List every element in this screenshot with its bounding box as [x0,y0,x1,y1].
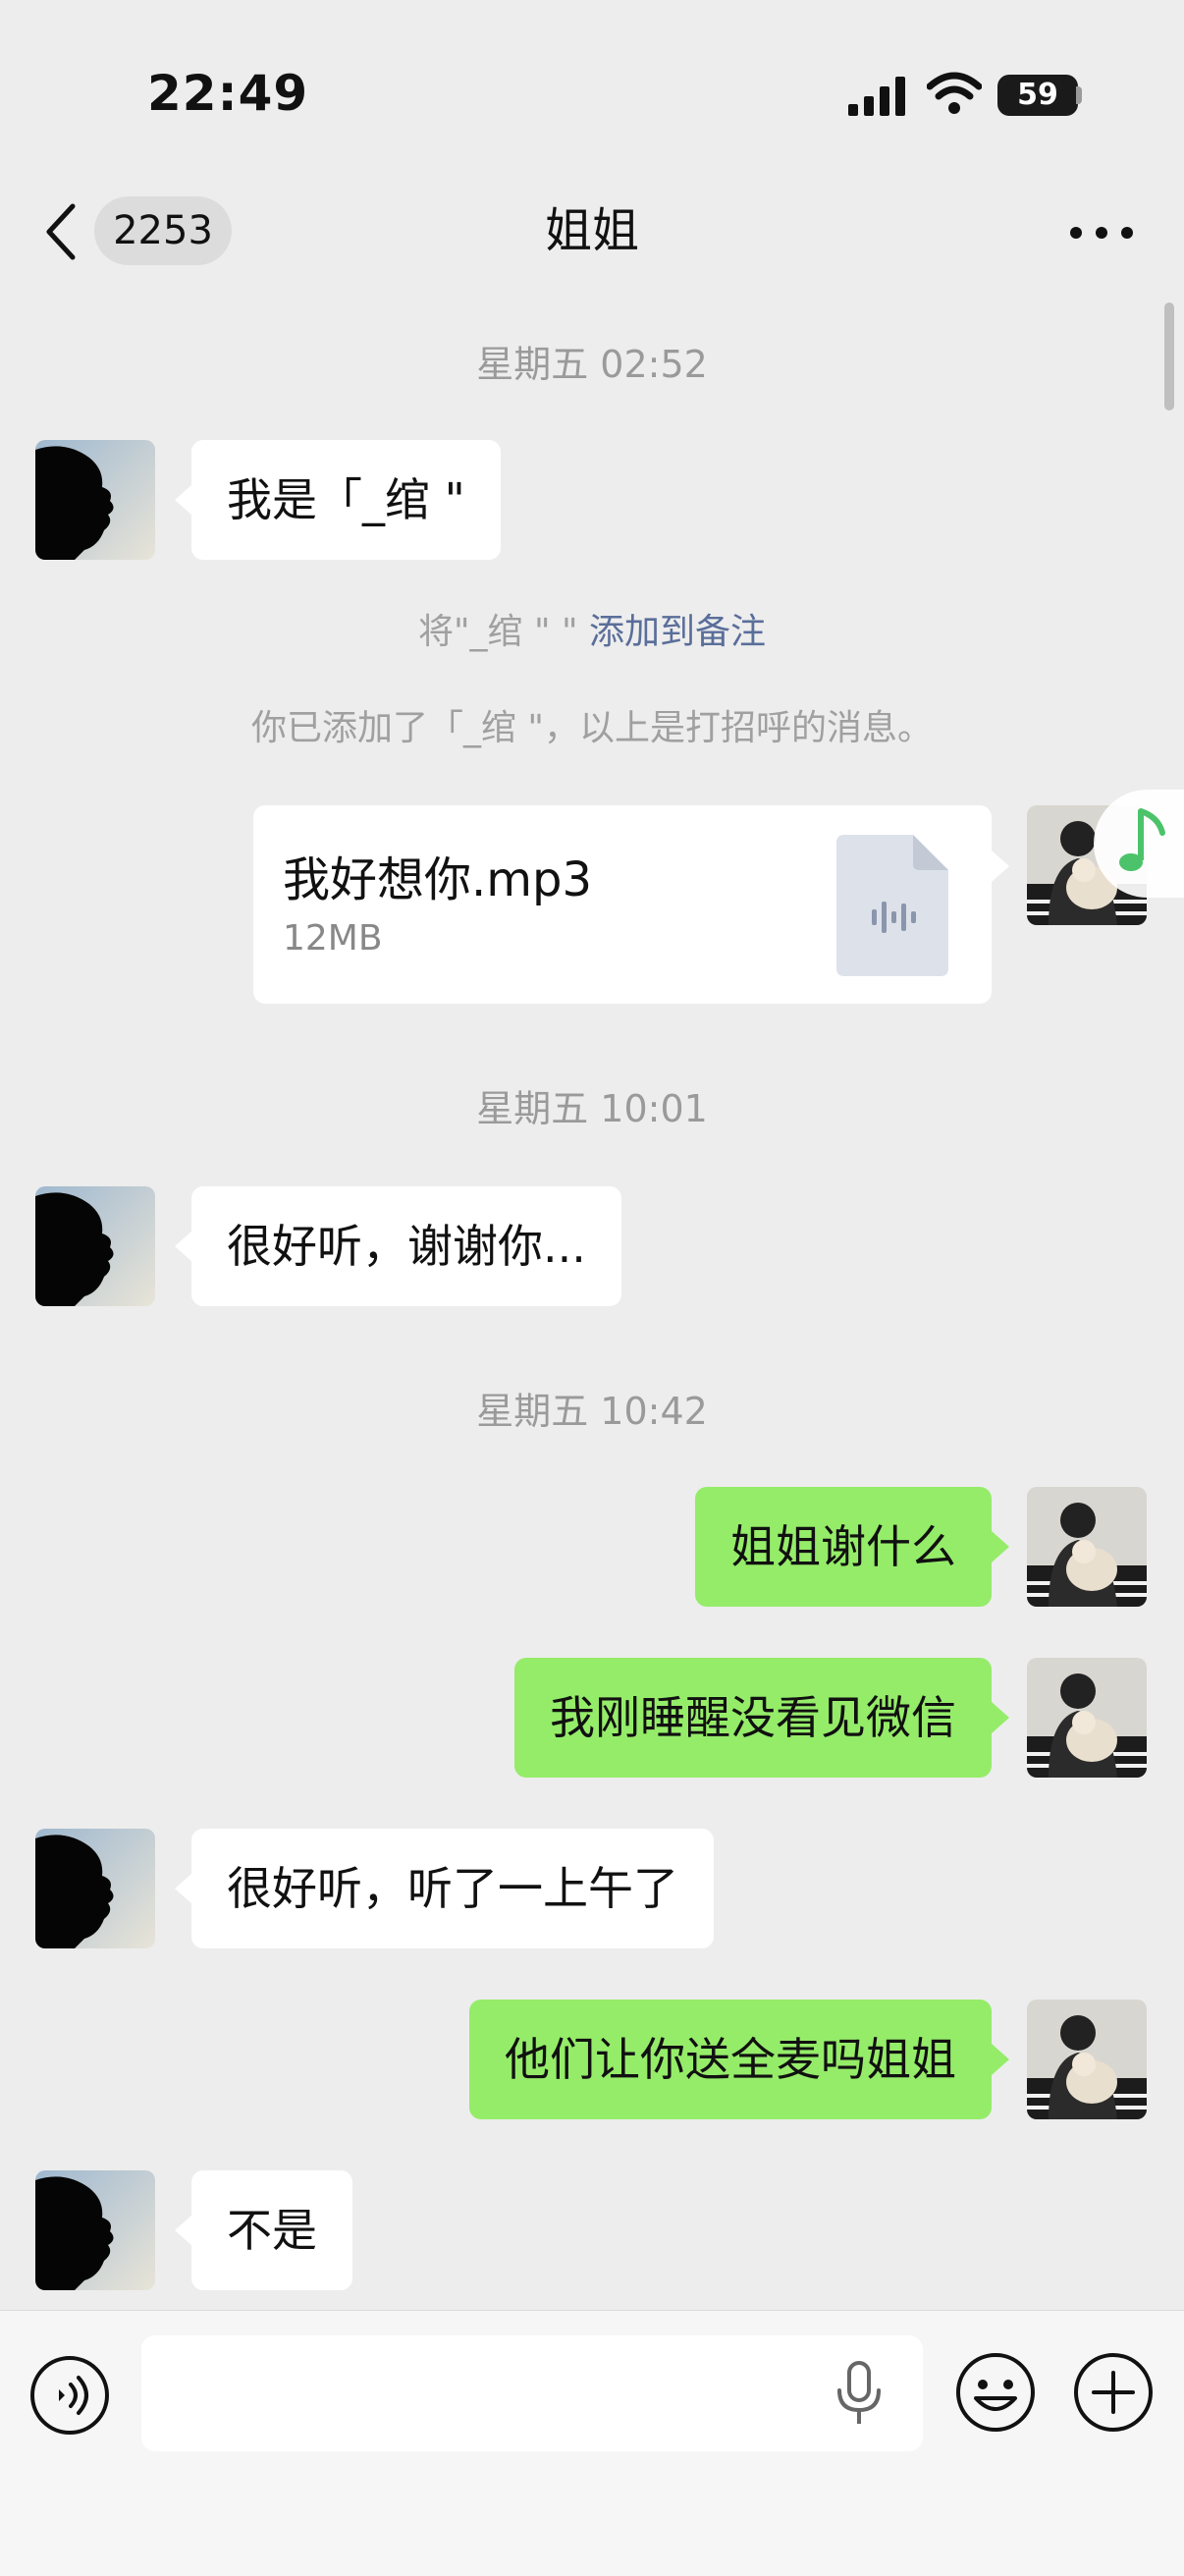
bubble-tail [175,1231,192,1262]
timestamp: 星期五 10:01 [476,1087,708,1130]
audio-file-icon [836,835,948,976]
my-avatar[interactable] [1027,1487,1147,1607]
message-bubble-incoming[interactable]: 很好听，听了一上午了 [191,1829,714,1948]
message-bubble-incoming[interactable]: 不是 [191,2170,352,2290]
message-bubble-outgoing[interactable]: 他们让你送全麦吗姐姐 [469,2000,992,2119]
back-icon[interactable] [43,202,79,261]
message-bubble-outgoing[interactable]: 姐姐谢什么 [695,1487,992,1607]
contact-avatar[interactable] [35,440,155,560]
wifi-icon [927,72,982,114]
file-name: 我好想你.mp3 [283,852,593,907]
message-bubble-outgoing[interactable]: 我刚睡醒没看见微信 [514,1658,992,1778]
timestamp: 星期五 10:42 [476,1390,708,1433]
contact-avatar[interactable] [35,1829,155,1948]
file-size: 12MB [283,918,383,959]
contact-avatar[interactable] [35,2170,155,2290]
message-input[interactable] [141,2335,923,2451]
bubble-tail [992,1702,1009,1733]
system-message-greeting: 你已添加了「_绾 "，以上是打招呼的消息。 [250,708,933,748]
unread-count-badge[interactable]: 2253 [94,196,232,265]
my-avatar[interactable] [1027,2000,1147,2119]
status-time: 22:49 [147,65,309,122]
bubble-tail [992,2044,1009,2075]
my-avatar[interactable] [1027,1658,1147,1778]
timestamp: 星期五 02:52 [476,343,708,386]
emoji-icon[interactable] [954,2351,1037,2434]
bubble-tail [992,1531,1009,1562]
battery-level: 59 [1017,78,1058,112]
bubble-tail [175,484,192,516]
contact-avatar[interactable] [35,1186,155,1306]
add-remark-link[interactable]: 添加到备注 [589,612,766,652]
message-bubble-incoming[interactable]: 我是「_绾 " [191,440,501,560]
signal-icon [848,77,905,116]
bubble-tail [175,1873,192,1904]
bubble-tail [992,850,1009,882]
message-bubble-incoming[interactable]: 很好听，谢谢你... [191,1186,621,1306]
mic-icon[interactable] [834,2361,884,2426]
more-icon[interactable] [1064,218,1139,247]
bubble-tail [175,2215,192,2246]
music-note-icon [1119,808,1165,871]
plus-icon[interactable] [1072,2351,1155,2434]
voice-icon[interactable] [29,2355,110,2436]
system-text: 将"_绾 " " [417,612,578,652]
system-message-remark: 将"_绾 " " 添加到备注 [0,603,1184,654]
